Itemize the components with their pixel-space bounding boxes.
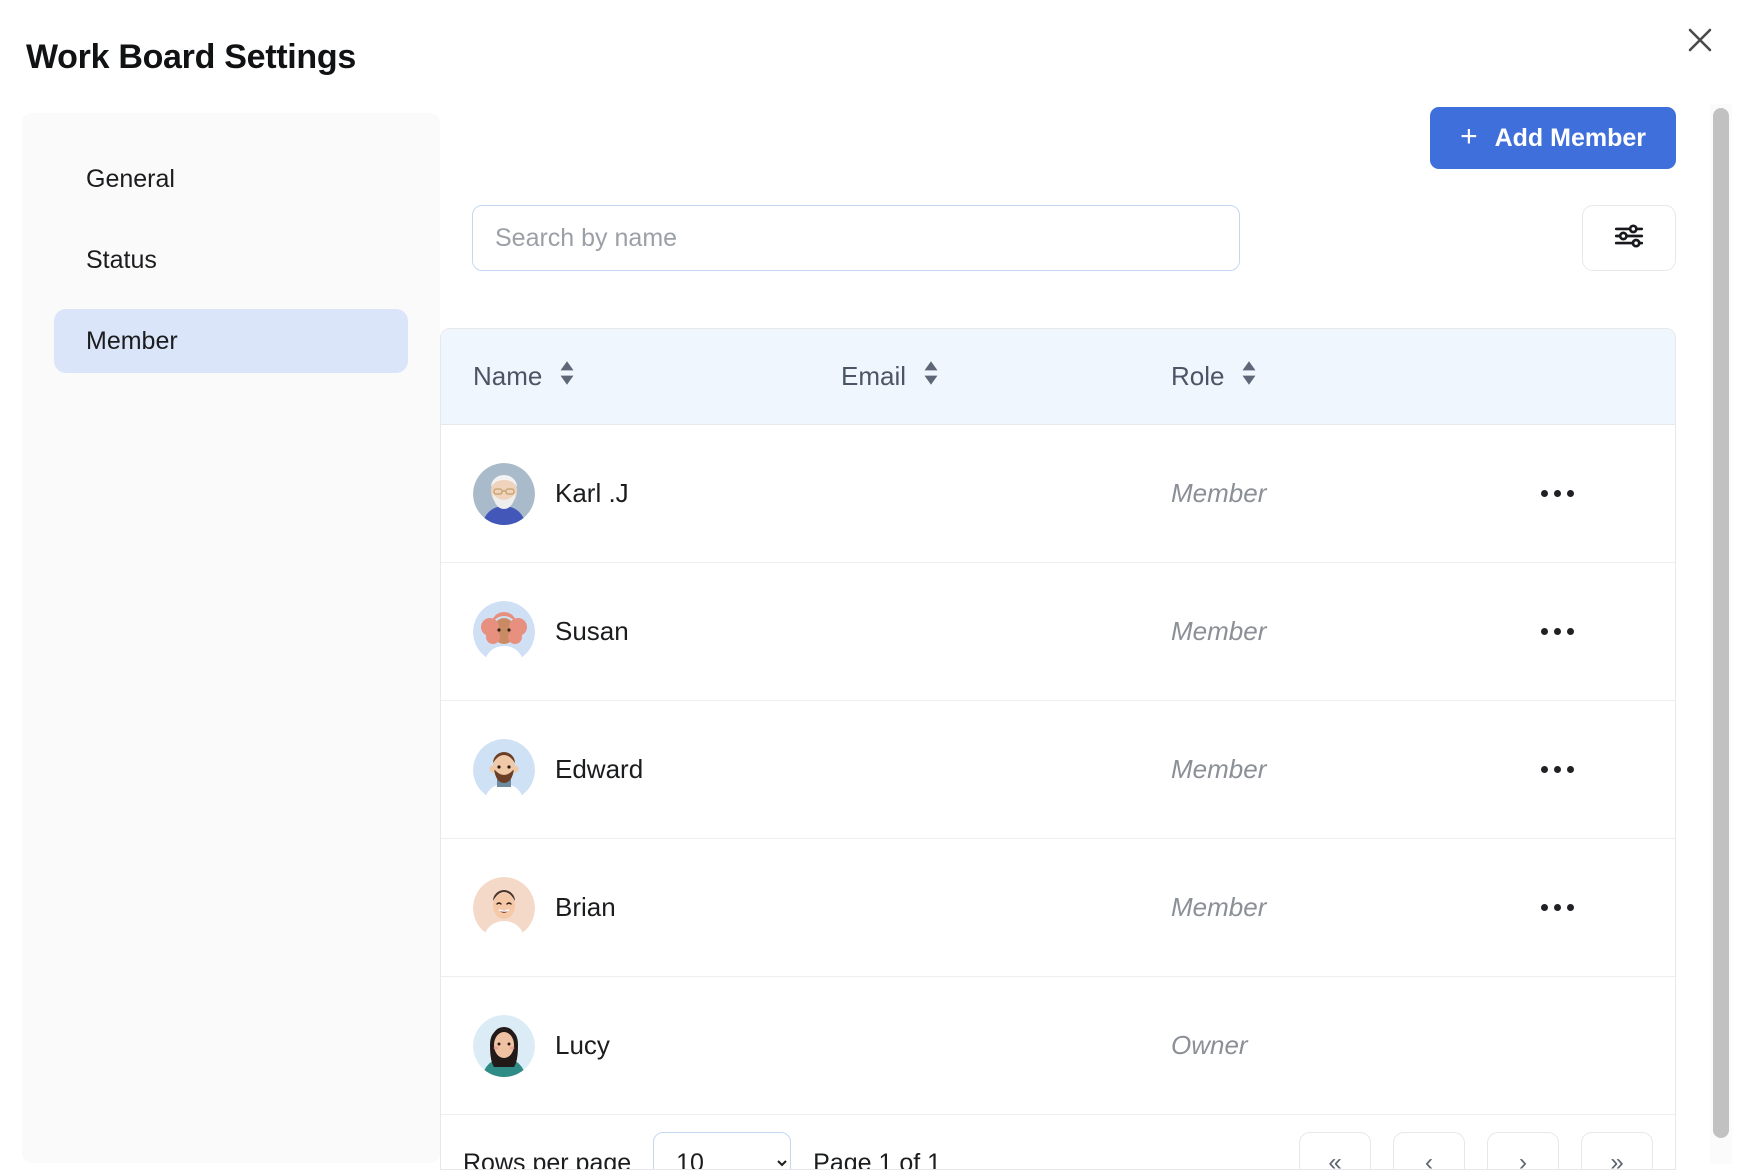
cell-role: Member <box>1171 892 1531 923</box>
row-menu-button[interactable] <box>1531 750 1583 790</box>
close-icon <box>1686 26 1714 54</box>
avatar-susan <box>473 601 535 663</box>
table-row: Brian Member <box>441 839 1675 977</box>
cell-actions <box>1531 474 1675 514</box>
column-label: Name <box>473 361 542 392</box>
column-label: Email <box>841 361 906 392</box>
settings-modal: Work Board Settings General Status Membe… <box>0 0 1740 1170</box>
sort-icon <box>1238 360 1260 393</box>
rows-per-page-label: Rows per page <box>463 1149 631 1170</box>
sidebar-item-member[interactable]: Member <box>54 309 408 373</box>
member-panel: + Add Member <box>440 100 1700 1170</box>
cell-role: Member <box>1171 754 1531 785</box>
next-page-button[interactable]: › <box>1487 1132 1559 1170</box>
cell-name: Susan <box>441 601 841 663</box>
cell-name: Edward <box>441 739 841 801</box>
cell-actions <box>1531 888 1675 928</box>
column-header-name[interactable]: Name <box>441 360 841 393</box>
cell-actions <box>1531 612 1675 652</box>
first-page-button[interactable]: « <box>1299 1132 1371 1170</box>
cell-role: Owner <box>1171 1030 1531 1061</box>
member-name: Susan <box>555 616 629 647</box>
plus-icon: + <box>1460 122 1478 152</box>
column-header-role[interactable]: Role <box>1171 360 1531 393</box>
table-row: Susan Member <box>441 563 1675 701</box>
cell-role: Member <box>1171 616 1531 647</box>
add-member-label: Add Member <box>1495 124 1646 153</box>
settings-sidebar: General Status Member <box>22 113 440 1163</box>
sidebar-item-label: General <box>86 165 175 194</box>
member-name: Brian <box>555 892 616 923</box>
member-name: Karl .J <box>555 478 629 509</box>
avatar-brian <box>473 877 535 939</box>
sliders-filter-icon <box>1612 219 1646 258</box>
members-table: Name Email <box>440 328 1676 1170</box>
row-menu-button[interactable] <box>1531 474 1583 514</box>
row-menu-button[interactable] <box>1531 612 1583 652</box>
table-row: Karl .J Member <box>441 425 1675 563</box>
column-label: Role <box>1171 361 1224 392</box>
sort-icon <box>556 360 578 393</box>
cell-name: Karl .J <box>441 463 841 525</box>
sidebar-item-label: Member <box>86 327 178 356</box>
table-header-row: Name Email <box>441 329 1675 425</box>
sidebar-item-label: Status <box>86 246 157 275</box>
pagination-bar: Rows per page 10 Page 1 of 1 « ‹ › » <box>441 1115 1675 1170</box>
rows-per-page-select[interactable]: 10 <box>653 1132 791 1170</box>
cell-name: Lucy <box>441 1015 841 1077</box>
member-name: Lucy <box>555 1030 610 1061</box>
page-title: Work Board Settings <box>26 38 356 77</box>
filter-button[interactable] <box>1582 205 1676 271</box>
sidebar-item-general[interactable]: General <box>54 147 408 211</box>
search-input[interactable] <box>472 205 1240 271</box>
add-member-button[interactable]: + Add Member <box>1430 107 1676 169</box>
column-header-email[interactable]: Email <box>841 360 1171 393</box>
close-button[interactable] <box>1678 18 1722 62</box>
scrollbar-thumb[interactable] <box>1713 108 1729 1138</box>
table-row: Lucy Owner <box>441 977 1675 1115</box>
member-toolbar <box>472 205 1676 271</box>
avatar-edward <box>473 739 535 801</box>
table-row: Edward Member <box>441 701 1675 839</box>
sort-icon <box>920 360 942 393</box>
page-indicator: Page 1 of 1 <box>813 1149 941 1170</box>
sidebar-item-status[interactable]: Status <box>54 228 408 292</box>
row-menu-button[interactable] <box>1531 888 1583 928</box>
member-name: Edward <box>555 754 643 785</box>
prev-page-button[interactable]: ‹ <box>1393 1132 1465 1170</box>
cell-actions <box>1531 750 1675 790</box>
vertical-scrollbar[interactable] <box>1710 104 1732 1164</box>
cell-role: Member <box>1171 478 1531 509</box>
last-page-button[interactable]: » <box>1581 1132 1653 1170</box>
avatar-lucy <box>473 1015 535 1077</box>
cell-name: Brian <box>441 877 841 939</box>
avatar-karl <box>473 463 535 525</box>
